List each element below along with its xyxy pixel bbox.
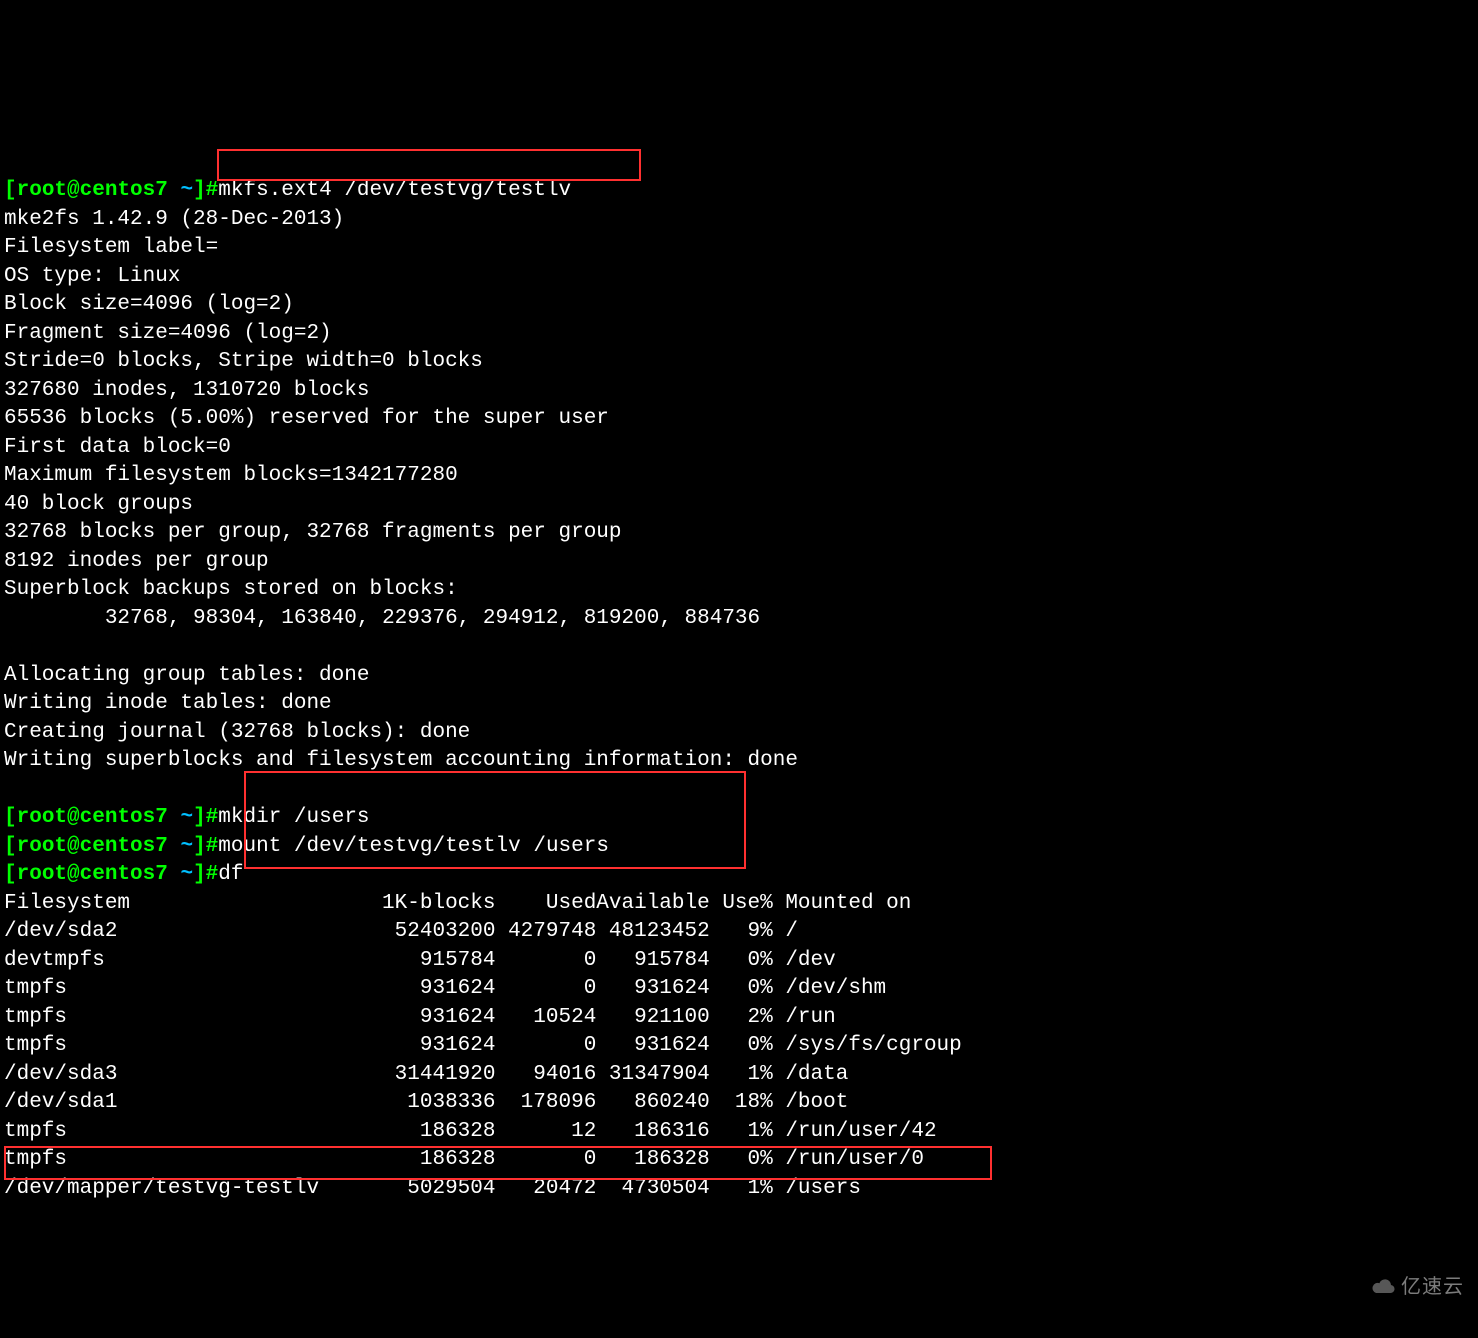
mkfs-line: Filesystem label= — [4, 236, 218, 259]
df-row: /dev/mapper/testvg-testlv 5029504 20472 … — [4, 1177, 861, 1200]
mkfs-line: First data block=0 — [4, 436, 231, 459]
mkfs-line: Writing superblocks and filesystem accou… — [4, 749, 811, 772]
prompt-dir: ~ — [180, 179, 193, 202]
mkfs-line: Writing inode tables: done — [4, 692, 685, 715]
command-df[interactable]: df — [218, 863, 243, 886]
command-mkfs[interactable]: mkfs.ext4 /dev/testvg/testlv — [218, 179, 571, 202]
mkfs-line: Creating journal (32768 blocks): done — [4, 721, 470, 744]
prompt-dir: ~ — [180, 806, 193, 829]
df-row: /dev/sda1 1038336 178096 860240 18% /boo… — [4, 1091, 848, 1114]
mkfs-line: mke2fs 1.42.9 (28-Dec-2013) — [4, 208, 344, 231]
cloud-icon — [1371, 1278, 1397, 1296]
command-mount[interactable]: mount /dev/testvg/testlv /users — [218, 835, 609, 858]
watermark: 亿速云 — [1358, 1244, 1464, 1301]
df-header: Filesystem 1K-blocks UsedAvailable Use% … — [4, 892, 911, 915]
mkfs-line: Fragment size=4096 (log=2) — [4, 322, 332, 345]
prompt-userhost: [root@centos7 — [4, 179, 180, 202]
prompt-hash: ]# — [193, 179, 218, 202]
df-row: devtmpfs 915784 0 915784 0% /dev — [4, 949, 836, 972]
highlight-box-mkfs — [217, 149, 641, 181]
df-row: /dev/sda2 52403200 4279748 48123452 9% / — [4, 920, 798, 943]
mkfs-line: 327680 inodes, 1310720 blocks — [4, 379, 369, 402]
prompt-hash: ]# — [193, 806, 218, 829]
prompt-hash: ]# — [193, 863, 218, 886]
prompt-hash: ]# — [193, 835, 218, 858]
mkfs-line: Allocating group tables: done — [4, 664, 722, 687]
mkfs-line: Maximum filesystem blocks=1342177280 — [4, 464, 458, 487]
df-row: tmpfs 931624 0 931624 0% /dev/shm — [4, 977, 886, 1000]
df-row: tmpfs 931624 10524 921100 2% /run — [4, 1006, 836, 1029]
prompt-userhost: [root@centos7 — [4, 835, 180, 858]
mkfs-line: 8192 inodes per group — [4, 550, 269, 573]
mkfs-line: Stride=0 blocks, Stripe width=0 blocks — [4, 350, 483, 373]
prompt-dir: ~ — [180, 863, 193, 886]
mkfs-line: OS type: Linux — [4, 265, 180, 288]
mkfs-line: 65536 blocks (5.00%) reserved for the su… — [4, 407, 609, 430]
mkfs-line: 40 block groups — [4, 493, 193, 516]
mkfs-line: 32768, 98304, 163840, 229376, 294912, 81… — [4, 607, 760, 630]
mkfs-line: 32768 blocks per group, 32768 fragments … — [4, 521, 622, 544]
mkfs-line: Superblock backups stored on blocks: — [4, 578, 470, 601]
df-row: tmpfs 186328 0 186328 0% /run/user/0 — [4, 1148, 924, 1171]
command-mkdir[interactable]: mkdir /users — [218, 806, 369, 829]
prompt-userhost: [root@centos7 — [4, 806, 180, 829]
prompt-dir: ~ — [180, 835, 193, 858]
mkfs-line: Block size=4096 (log=2) — [4, 293, 294, 316]
df-row: tmpfs 186328 12 186316 1% /run/user/42 — [4, 1120, 937, 1143]
terminal[interactable]: [root@centos7 ~]#mkfs.ext4 /dev/testvg/t… — [0, 143, 1478, 1295]
df-row: /dev/sda3 31441920 94016 31347904 1% /da… — [4, 1063, 848, 1086]
prompt-userhost: [root@centos7 — [4, 863, 180, 886]
df-row: tmpfs 931624 0 931624 0% /sys/fs/cgroup — [4, 1034, 962, 1057]
